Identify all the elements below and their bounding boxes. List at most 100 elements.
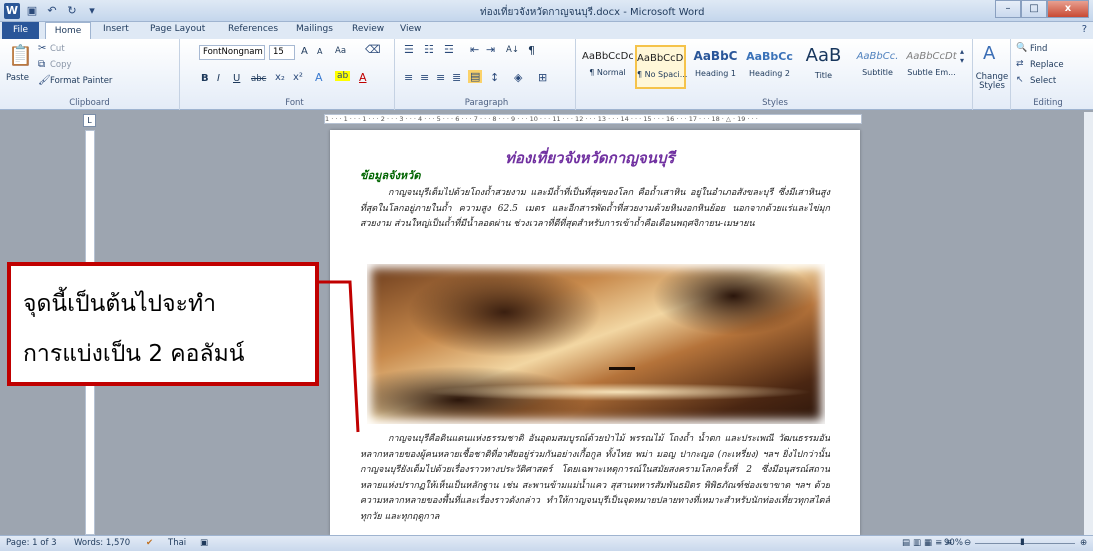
zoom-level[interactable]: 90% (944, 538, 963, 548)
style-name: ¶ Normal (589, 68, 626, 77)
zoom-slider[interactable] (975, 543, 1075, 544)
borders-icon[interactable]: ⊞ (538, 71, 547, 84)
sort-button[interactable]: A↓ (506, 45, 519, 55)
align-left-icon[interactable]: ≡ (404, 71, 413, 84)
font-family-select[interactable]: FontNongnam (199, 45, 265, 60)
style-preview: AaBbCcDc (637, 53, 684, 64)
undo-icon[interactable]: ↶ (44, 3, 60, 19)
paragraph-group: ☰ ☷ ☲ ⇤ ⇥ A↓ ¶ ≡ ≡ ≡ ≣ ▤ ↕ ◈ ⊞ Paragraph (398, 39, 576, 110)
change-case-button[interactable]: Aa (335, 46, 346, 56)
style-normal[interactable]: AaBbCcDc ¶ Normal (582, 45, 633, 89)
tab-references[interactable]: References (228, 24, 278, 34)
vertical-scrollbar[interactable] (1084, 112, 1093, 535)
superscript-icon[interactable]: x² (293, 72, 303, 83)
tab-mailings[interactable]: Mailings (296, 24, 333, 34)
language-indicator[interactable]: Thai (168, 538, 186, 548)
styles-scroll-icon[interactable]: ▴ ▾ (960, 47, 964, 65)
line-spacing-icon[interactable]: ↕ (490, 71, 499, 84)
zoom-in-icon[interactable]: ⊕ (1080, 538, 1087, 548)
bold-button[interactable]: B (201, 73, 209, 84)
multilevel-list-icon[interactable]: ☲ (444, 43, 454, 56)
numbering-icon[interactable]: ☷ (424, 43, 434, 56)
document-page[interactable]: ท่องเที่ยวจังหวัดกาญจนบุรี ข้อมูลจังหวัด… (330, 130, 860, 535)
align-right-icon[interactable]: ≡ (436, 71, 445, 84)
select-button[interactable]: Select (1030, 76, 1056, 86)
proofing-icon[interactable]: ✔ (146, 538, 153, 548)
tab-review[interactable]: Review (352, 24, 384, 34)
style-preview: AaB (805, 45, 842, 66)
justify-icon[interactable]: ≣ (452, 71, 461, 84)
tab-selector[interactable]: L (83, 114, 96, 127)
zoom-slider-thumb[interactable]: ▮ (1020, 537, 1025, 547)
word-logo-icon[interactable]: W (4, 3, 20, 19)
help-icon[interactable]: ? (1082, 24, 1087, 35)
style-subtitle[interactable]: AaBbCc. Subtitle (852, 45, 903, 89)
font-color-icon[interactable]: A (359, 71, 367, 84)
cut-button[interactable]: Cut (50, 44, 65, 54)
paste-icon[interactable]: 📋 (8, 43, 33, 67)
paragraph-group-label: Paragraph (464, 98, 509, 108)
italic-button[interactable]: I (217, 73, 220, 84)
style-title[interactable]: AaB Title (798, 45, 849, 89)
close-button[interactable]: x (1047, 0, 1089, 18)
thai-distributed-icon[interactable]: ▤ (468, 70, 483, 83)
tab-view[interactable]: View (400, 24, 421, 34)
grow-font-button[interactable]: A (301, 46, 308, 57)
clear-formatting-icon[interactable]: ⌫ (365, 43, 381, 56)
tab-page-layout[interactable]: Page Layout (150, 24, 205, 34)
subscript-icon[interactable]: x₂ (275, 72, 285, 83)
minimize-button[interactable]: – (995, 0, 1021, 18)
word-count[interactable]: Words: 1,570 (74, 538, 130, 548)
maximize-button[interactable]: □ (1021, 0, 1047, 18)
page-count[interactable]: Page: 1 of 3 (6, 538, 57, 548)
style-preview: AaBbC (693, 49, 738, 63)
show-formatting-button[interactable]: ¶ (528, 44, 535, 57)
increase-indent-icon[interactable]: ⇥ (486, 43, 495, 56)
text-effects-icon[interactable]: A (315, 71, 323, 84)
macro-icon[interactable]: ▣ (200, 538, 208, 548)
paste-button[interactable]: Paste (6, 73, 29, 83)
customize-qat-icon[interactable]: ▾ (84, 3, 100, 19)
style-name: Title (814, 71, 833, 80)
title-bar: W ▣ ↶ ↻ ▾ ท่องเที่ยวจังหวัดกาญจนบุรี.doc… (0, 0, 1093, 22)
change-styles-button[interactable]: Change Styles (975, 73, 1009, 91)
copy-icon: ⧉ (38, 59, 46, 70)
style-no-spacing[interactable]: AaBbCcDc ¶ No Spaci... (635, 45, 688, 89)
style-name: Subtitle (862, 68, 893, 77)
decrease-indent-icon[interactable]: ⇤ (470, 43, 479, 56)
horizontal-ruler[interactable]: 1 · · · 1 · · · 1 · · · 2 · · · 3 · · · … (324, 114, 862, 124)
editing-group: 🔍 Find ⇄ Replace ↖ Select Editing (1012, 39, 1084, 110)
style-heading-1[interactable]: AaBbC Heading 1 (690, 45, 741, 89)
highlight-icon[interactable]: ab (335, 71, 351, 81)
font-size-select[interactable]: 15 (269, 45, 295, 60)
bullets-icon[interactable]: ☰ (404, 43, 414, 56)
shading-icon[interactable]: ◈ (514, 71, 522, 84)
strikethrough-button[interactable]: abc (251, 74, 266, 84)
document-title: ท่องเที่ยวจังหวัดกาญจนบุรี (505, 149, 675, 167)
tab-file[interactable]: File (2, 22, 39, 39)
style-name: ¶ No Spaci... (637, 70, 688, 79)
underline-button[interactable]: U (233, 73, 240, 84)
align-center-icon[interactable]: ≡ (420, 71, 429, 84)
callout-line-2: การแบ่งเป็น 2 คอลัมน์ (23, 341, 245, 367)
callout-box: จุดนี้เป็นต้นไปจะทำ การแบ่งเป็น 2 คอลัมน… (7, 262, 319, 386)
zoom-out-icon[interactable]: ⊖ (964, 538, 971, 548)
styles-group-label: Styles (762, 98, 788, 108)
replace-button[interactable]: Replace (1030, 60, 1064, 70)
style-subtle-emphasis[interactable]: AaBbCcDt Subtle Em... (906, 45, 957, 89)
kanchanaburi-photo[interactable] (367, 264, 825, 424)
tab-home[interactable]: Home (45, 22, 91, 40)
tab-insert[interactable]: Insert (103, 24, 129, 34)
format-painter-button[interactable]: Format Painter (50, 76, 112, 86)
style-name: Subtle Em... (907, 68, 956, 77)
redo-icon[interactable]: ↻ (64, 3, 80, 19)
change-styles-icon[interactable]: A (983, 43, 995, 64)
copy-button[interactable]: Copy (50, 60, 72, 70)
save-icon[interactable]: ▣ (24, 3, 40, 19)
window-title: ท่องเที่ยวจังหวัดกาญจนบุรี.docx - Micros… (480, 7, 705, 18)
find-button[interactable]: Find (1030, 44, 1047, 54)
styles-group: AaBbCcDc ¶ Normal AaBbCcDc ¶ No Spaci...… (578, 39, 973, 110)
style-heading-2[interactable]: AaBbCc Heading 2 (744, 45, 795, 89)
shrink-font-button[interactable]: A (317, 47, 322, 56)
boat-silhouette (609, 367, 635, 370)
